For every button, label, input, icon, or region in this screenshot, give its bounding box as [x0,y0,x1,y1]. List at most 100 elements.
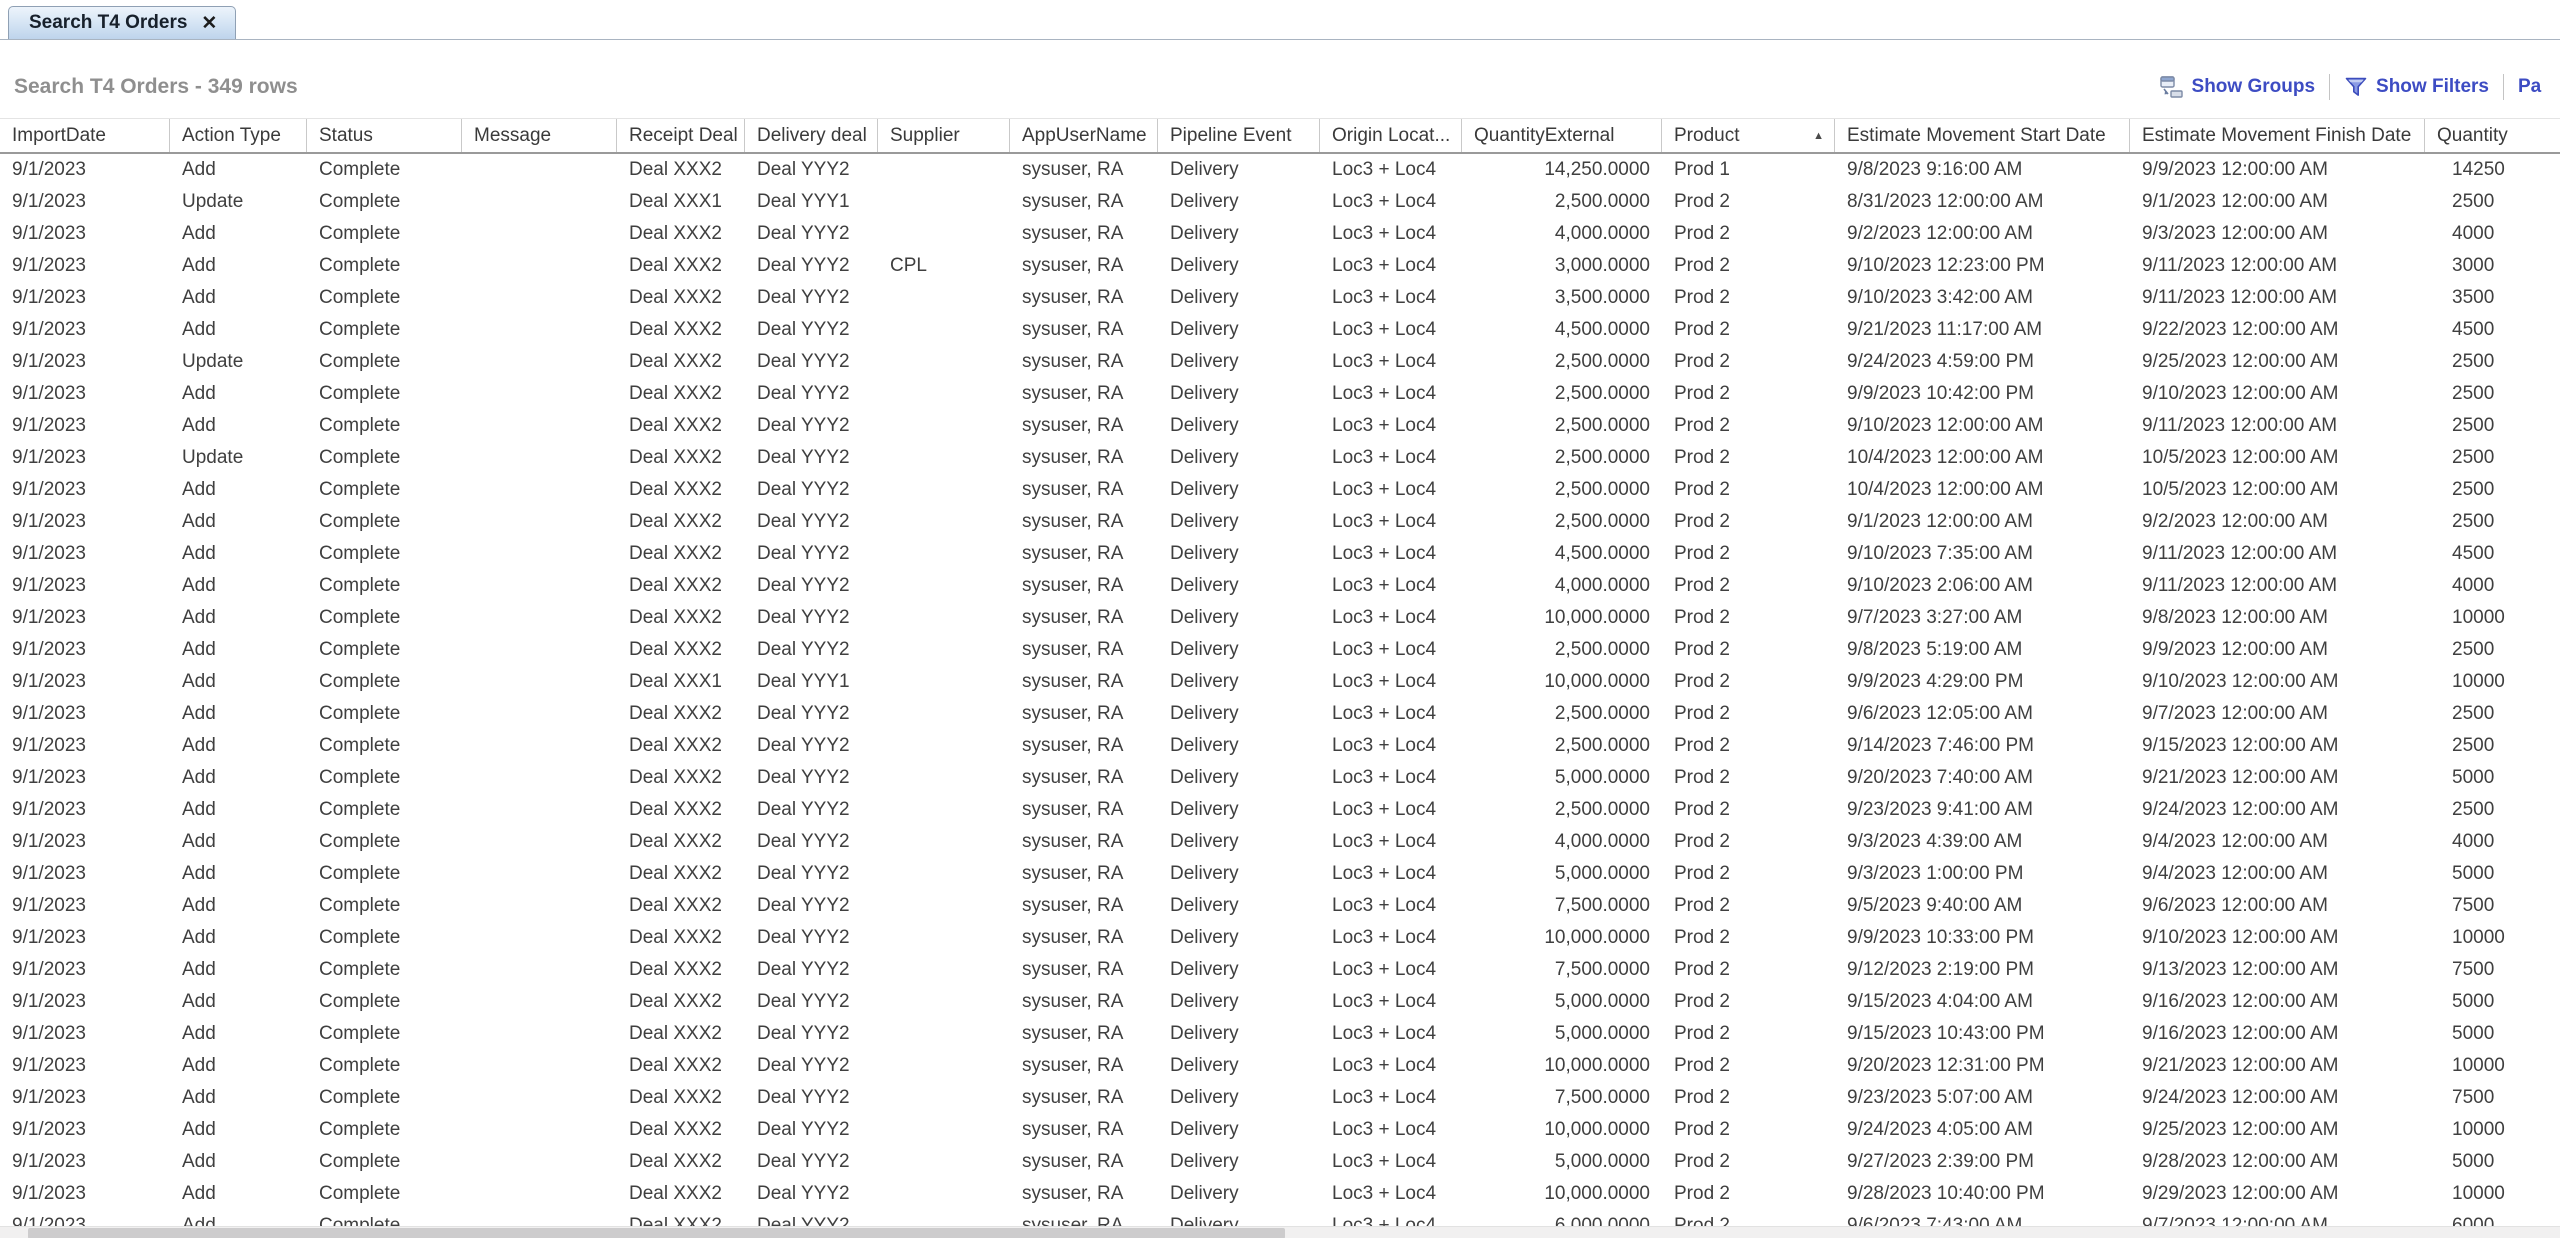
table-row[interactable]: 9/1/2023AddCompleteDeal XXX2Deal YYY2sys… [0,1050,2560,1082]
cell-quantityexternal: 5,000.0000 [1462,1146,1662,1178]
column-header-receipt-deal[interactable]: Receipt Deal [617,119,745,152]
table-row[interactable]: 9/1/2023AddCompleteDeal XXX2Deal YYY2sys… [0,954,2560,986]
table-row[interactable]: 9/1/2023AddCompleteDeal XXX2Deal YYY2sys… [0,730,2560,762]
cell-appusername: sysuser, RA [1010,218,1158,250]
cell-appusername: sysuser, RA [1010,698,1158,730]
close-icon[interactable]: ✕ [201,14,217,33]
table-row[interactable]: 9/1/2023AddCompleteDeal XXX2Deal YYY2sys… [0,1114,2560,1146]
table-row[interactable]: 9/1/2023AddCompleteDeal XXX2Deal YYY2sys… [0,794,2560,826]
partial-button[interactable]: Pa [2518,76,2560,98]
table-row[interactable]: 9/1/2023AddCompleteDeal XXX2Deal YYY2sys… [0,506,2560,538]
cell-importdate: 9/1/2023 [0,602,170,634]
cell-message [462,570,617,602]
table-row[interactable]: 9/1/2023AddCompleteDeal XXX2Deal YYY2sys… [0,410,2560,442]
column-header-status[interactable]: Status [307,119,462,152]
column-header-message[interactable]: Message [462,119,617,152]
table-row[interactable]: 9/1/2023AddCompleteDeal XXX2Deal YYY2sys… [0,922,2560,954]
cell-action-type: Add [170,538,307,570]
table-row[interactable]: 9/1/2023AddCompleteDeal XXX2Deal YYY2sys… [0,762,2560,794]
cell-status: Complete [307,634,462,666]
table-row[interactable]: 9/1/2023AddCompleteDeal XXX2Deal YYY2sys… [0,1146,2560,1178]
cell-product: Prod 2 [1662,474,1835,506]
cell-quantityexternal: 4,500.0000 [1462,538,1662,570]
table-row[interactable]: 9/1/2023AddCompleteDeal XXX2Deal YYY2sys… [0,538,2560,570]
table-row[interactable]: 9/1/2023AddCompleteDeal XXX2Deal YYY2sys… [0,858,2560,890]
cell-appusername: sysuser, RA [1010,1146,1158,1178]
cell-delivery-deal: Deal YYY1 [745,666,878,698]
column-header-estimate-movement-finish-date[interactable]: Estimate Movement Finish Date [2130,119,2425,152]
show-groups-button[interactable]: Show Groups [2160,76,2316,98]
cell-supplier [878,186,1010,218]
cell-message [462,922,617,954]
cell-origin-locat: Loc3 + Loc4 [1320,186,1462,218]
cell-receipt-deal: Deal XXX2 [617,378,745,410]
cell-appusername: sysuser, RA [1010,762,1158,794]
show-filters-button[interactable]: Show Filters [2344,76,2489,98]
table-row[interactable]: 9/1/2023AddCompleteDeal XXX2Deal YYY2sys… [0,1082,2560,1114]
cell-quantity: 2500 [2425,730,2560,762]
cell-status: Complete [307,378,462,410]
cell-status: Complete [307,314,462,346]
scrollbar-thumb[interactable] [28,1228,1285,1238]
table-row[interactable]: 9/1/2023AddCompleteDeal XXX2Deal YYY2sys… [0,570,2560,602]
cell-receipt-deal: Deal XXX1 [617,666,745,698]
column-header-quantityexternal[interactable]: QuantityExternal [1462,119,1662,152]
cell-product: Prod 2 [1662,218,1835,250]
column-header-estimate-movement-start-date[interactable]: Estimate Movement Start Date [1835,119,2130,152]
cell-message [462,442,617,474]
cell-origin-locat: Loc3 + Loc4 [1320,762,1462,794]
table-row[interactable]: 9/1/2023AddCompleteDeal XXX2Deal YYY2sys… [0,698,2560,730]
cell-quantity: 5000 [2425,1146,2560,1178]
cell-appusername: sysuser, RA [1010,826,1158,858]
cell-estimate-movement-start-date: 9/20/2023 12:31:00 PM [1835,1050,2130,1082]
cell-importdate: 9/1/2023 [0,1146,170,1178]
show-filters-label: Show Filters [2376,76,2489,98]
cell-pipeline-event: Delivery [1158,890,1320,922]
table-row[interactable]: 9/1/2023AddCompleteDeal XXX2Deal YYY2CPL… [0,250,2560,282]
cell-message [462,250,617,282]
cell-product: Prod 2 [1662,890,1835,922]
cell-pipeline-event: Delivery [1158,250,1320,282]
column-header-appusername[interactable]: AppUserName [1010,119,1158,152]
cell-importdate: 9/1/2023 [0,1050,170,1082]
cell-origin-locat: Loc3 + Loc4 [1320,1050,1462,1082]
column-header-quantity[interactable]: Quantity [2425,119,2560,152]
table-row[interactable]: 9/1/2023AddCompleteDeal XXX2Deal YYY2sys… [0,1178,2560,1210]
cell-appusername: sysuser, RA [1010,1018,1158,1050]
table-row[interactable]: 9/1/2023UpdateCompleteDeal XXX2Deal YYY2… [0,442,2560,474]
column-header-pipeline-event[interactable]: Pipeline Event [1158,119,1320,152]
table-row[interactable]: 9/1/2023AddCompleteDeal XXX2Deal YYY2sys… [0,218,2560,250]
table-row[interactable]: 9/1/2023AddCompleteDeal XXX2Deal YYY2sys… [0,474,2560,506]
cell-status: Complete [307,282,462,314]
cell-estimate-movement-start-date: 9/10/2023 7:35:00 AM [1835,538,2130,570]
table-row[interactable]: 9/1/2023UpdateCompleteDeal XXX1Deal YYY1… [0,186,2560,218]
cell-supplier [878,826,1010,858]
column-header-supplier[interactable]: Supplier [878,119,1010,152]
table-row[interactable]: 9/1/2023AddCompleteDeal XXX2Deal YYY2sys… [0,282,2560,314]
horizontal-scrollbar[interactable] [0,1226,2560,1238]
table-row[interactable]: 9/1/2023AddCompleteDeal XXX1Deal YYY1sys… [0,666,2560,698]
table-row[interactable]: 9/1/2023AddCompleteDeal XXX2Deal YYY2sys… [0,602,2560,634]
cell-quantity: 2500 [2425,506,2560,538]
table-row[interactable]: 9/1/2023AddCompleteDeal XXX2Deal YYY2sys… [0,890,2560,922]
column-header-action-type[interactable]: Action Type [170,119,307,152]
cell-estimate-movement-finish-date: 9/13/2023 12:00:00 AM [2130,954,2425,986]
cell-estimate-movement-finish-date: 9/11/2023 12:00:00 AM [2130,250,2425,282]
table-row[interactable]: 9/1/2023AddCompleteDeal XXX2Deal YYY2sys… [0,378,2560,410]
table-row[interactable]: 9/1/2023AddCompleteDeal XXX2Deal YYY2sys… [0,154,2560,186]
table-row[interactable]: 9/1/2023AddCompleteDeal XXX2Deal YYY2sys… [0,634,2560,666]
table-row[interactable]: 9/1/2023AddCompleteDeal XXX2Deal YYY2sys… [0,1018,2560,1050]
column-header-product[interactable]: Product▲ [1662,119,1835,152]
column-header-importdate[interactable]: ImportDate [0,119,170,152]
column-header-origin-locat[interactable]: Origin Locat... [1320,119,1462,152]
cell-supplier [878,282,1010,314]
table-row[interactable]: 9/1/2023AddCompleteDeal XXX2Deal YYY2sys… [0,314,2560,346]
cell-delivery-deal: Deal YYY2 [745,1178,878,1210]
table-row[interactable]: 9/1/2023AddCompleteDeal XXX2Deal YYY2sys… [0,826,2560,858]
cell-quantityexternal: 2,500.0000 [1462,698,1662,730]
cell-action-type: Add [170,762,307,794]
tab-search-t4-orders[interactable]: Search T4 Orders ✕ [8,6,236,39]
column-header-delivery-deal[interactable]: Delivery deal [745,119,878,152]
table-row[interactable]: 9/1/2023AddCompleteDeal XXX2Deal YYY2sys… [0,986,2560,1018]
table-row[interactable]: 9/1/2023UpdateCompleteDeal XXX2Deal YYY2… [0,346,2560,378]
